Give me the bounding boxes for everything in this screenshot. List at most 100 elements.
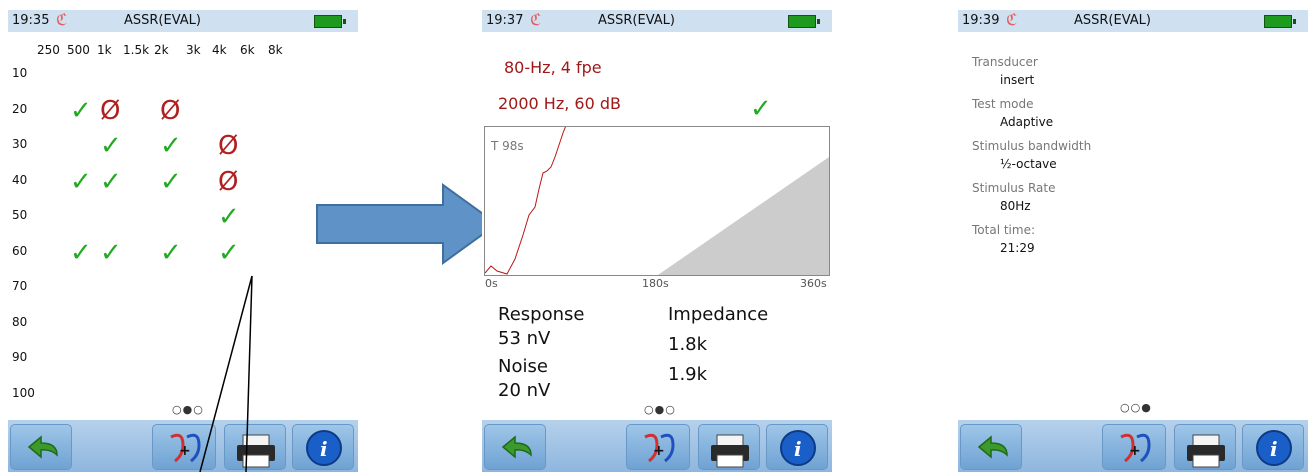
ear-icon: + bbox=[1120, 433, 1151, 463]
status-title: ASSR(EVAL) bbox=[1074, 13, 1151, 28]
status-title: ASSR(EVAL) bbox=[598, 13, 675, 28]
toolbar: + i bbox=[958, 420, 1308, 472]
db-label: 10 bbox=[12, 66, 28, 80]
status-time: 19:39 bbox=[962, 13, 1000, 28]
graph-time-label: T 98s bbox=[491, 139, 524, 153]
back-arrow-icon bbox=[27, 435, 58, 459]
setting-key: Stimulus bandwidth bbox=[972, 139, 1092, 153]
page-indicator[interactable]: ○○● bbox=[1120, 401, 1152, 414]
db-label: 30 bbox=[12, 137, 28, 151]
frequency-level: 2000 Hz, 60 dB bbox=[498, 94, 621, 113]
ear-icon: ℭ bbox=[530, 10, 542, 29]
pass-check-icon: ✓ bbox=[70, 238, 92, 268]
freq-label: 4k bbox=[212, 43, 227, 57]
no-response-icon: Ø bbox=[160, 96, 181, 126]
freq-label: 1k bbox=[97, 43, 112, 57]
freq-label: 6k bbox=[240, 43, 255, 57]
no-response-icon: Ø bbox=[218, 131, 239, 161]
pass-check-icon: ✓ bbox=[160, 131, 182, 161]
freq-label: 1.5k bbox=[123, 43, 150, 57]
setting-value: ½-octave bbox=[1000, 157, 1057, 171]
battery-icon bbox=[314, 15, 346, 28]
toolbar: + i bbox=[482, 420, 832, 472]
callout-lines bbox=[199, 275, 253, 472]
setting-value: Adaptive bbox=[1000, 115, 1054, 129]
ear-button[interactable]: + bbox=[626, 424, 690, 470]
impedance-label: Impedance bbox=[668, 304, 769, 325]
freq-label: 2k bbox=[154, 43, 169, 57]
freq-label: 500 bbox=[67, 43, 90, 57]
svg-text:i: i bbox=[320, 437, 328, 461]
toolbar: + i bbox=[8, 420, 358, 472]
pass-check-icon: ✓ bbox=[160, 167, 182, 197]
audiogram-screen: 19:35 ℭ ASSR(EVAL) 250 500 1k 1.5k 2k 3k… bbox=[8, 10, 358, 472]
setting-key: Total time: bbox=[972, 223, 1035, 237]
noise-value: 20 nV bbox=[498, 380, 551, 401]
printer-icon bbox=[711, 434, 749, 468]
print-button[interactable] bbox=[1174, 424, 1236, 470]
db-label: 20 bbox=[12, 102, 28, 116]
ear-icon: ℭ bbox=[56, 10, 68, 29]
setting-key: Stimulus Rate bbox=[972, 181, 1056, 195]
db-label: 70 bbox=[12, 279, 28, 293]
stimulus-info: 80-Hz, 4 fpe bbox=[504, 58, 602, 77]
db-label: 80 bbox=[12, 315, 28, 329]
battery-icon bbox=[1264, 15, 1296, 28]
pass-check-icon: ✓ bbox=[100, 238, 122, 268]
status-title: ASSR(EVAL) bbox=[124, 13, 201, 28]
db-label: 50 bbox=[12, 208, 28, 222]
page-indicator[interactable]: ○●○ bbox=[644, 403, 676, 416]
setting-value: 80Hz bbox=[1000, 199, 1031, 213]
pass-check-icon: ✓ bbox=[160, 238, 182, 268]
pass-check-icon: ✓ bbox=[750, 94, 772, 124]
noise-label: Noise bbox=[498, 356, 548, 377]
freq-label: 8k bbox=[268, 43, 283, 57]
ear-icon: ℭ bbox=[1006, 10, 1018, 29]
x-tick: 360s bbox=[800, 277, 827, 290]
db-label: 60 bbox=[12, 244, 28, 258]
db-label: 40 bbox=[12, 173, 28, 187]
print-button[interactable] bbox=[698, 424, 760, 470]
info-icon: i bbox=[1256, 430, 1292, 466]
svg-text:+: + bbox=[179, 443, 191, 459]
info-button[interactable]: i bbox=[1242, 424, 1304, 470]
back-arrow-icon bbox=[977, 435, 1008, 459]
info-icon: i bbox=[306, 430, 342, 466]
info-button[interactable]: i bbox=[292, 424, 354, 470]
arrow-right-icon bbox=[316, 183, 499, 265]
svg-text:+: + bbox=[1129, 443, 1141, 459]
printer-icon bbox=[1187, 434, 1225, 468]
x-tick: 180s bbox=[642, 277, 669, 290]
svg-text:i: i bbox=[1270, 437, 1278, 461]
setting-key: Test mode bbox=[972, 97, 1034, 111]
back-button[interactable] bbox=[484, 424, 546, 470]
response-value: 53 nV bbox=[498, 328, 551, 349]
setting-value: 21:29 bbox=[1000, 241, 1035, 255]
ear-button[interactable]: + bbox=[1102, 424, 1166, 470]
no-response-icon: Ø bbox=[218, 167, 239, 197]
settings-screen: 19:39 ℭ ASSR(EVAL) Transducer insert Tes… bbox=[958, 10, 1308, 472]
back-button[interactable] bbox=[10, 424, 72, 470]
pass-check-icon: ✓ bbox=[70, 167, 92, 197]
db-label: 90 bbox=[12, 350, 28, 364]
setting-key: Transducer bbox=[972, 55, 1038, 69]
detail-screen: 19:37 ℭ ASSR(EVAL) 80-Hz, 4 fpe 2000 Hz,… bbox=[482, 10, 832, 472]
freq-label: 3k bbox=[186, 43, 201, 57]
pass-check-icon: ✓ bbox=[218, 238, 240, 268]
status-bar: 19:39 ℭ ASSR(EVAL) bbox=[958, 10, 1308, 32]
back-button[interactable] bbox=[960, 424, 1022, 470]
battery-icon bbox=[788, 15, 820, 28]
db-label: 100 bbox=[12, 386, 35, 400]
response-graph: T 98s bbox=[484, 126, 830, 276]
status-bar: 19:35 ℭ ASSR(EVAL) bbox=[8, 10, 358, 32]
info-button[interactable]: i bbox=[766, 424, 828, 470]
impedance-value-1: 1.8k bbox=[668, 334, 708, 355]
freq-label: 250 bbox=[37, 43, 60, 57]
back-arrow-icon bbox=[501, 435, 532, 459]
pass-check-icon: ✓ bbox=[100, 167, 122, 197]
status-bar: 19:37 ℭ ASSR(EVAL) bbox=[482, 10, 832, 32]
status-time: 19:37 bbox=[486, 13, 524, 28]
pass-check-icon: ✓ bbox=[70, 96, 92, 126]
info-icon: i bbox=[780, 430, 816, 466]
impedance-value-2: 1.9k bbox=[668, 364, 708, 385]
